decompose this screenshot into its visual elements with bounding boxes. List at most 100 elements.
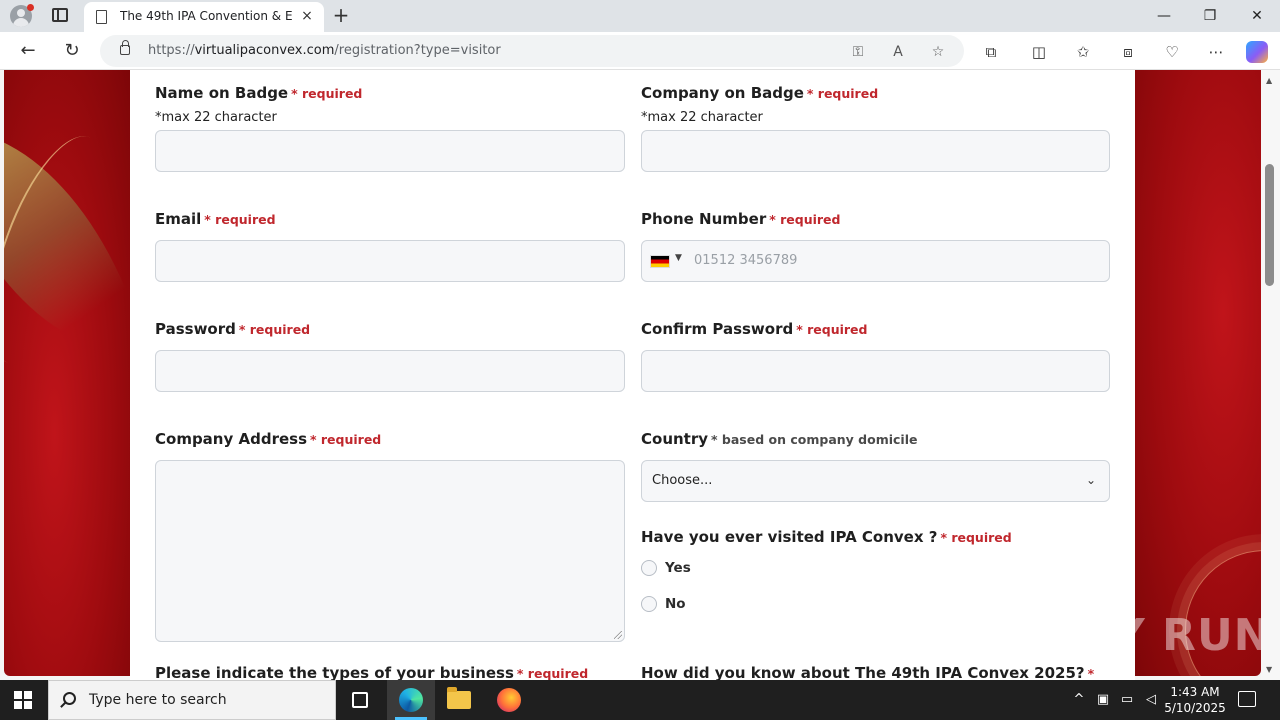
device-icon[interactable]: ▣ [1094, 691, 1112, 709]
volume-icon[interactable]: ◁ [1142, 691, 1160, 709]
tab-close-icon[interactable]: × [298, 7, 316, 25]
country-note: * based on company domicile [711, 432, 918, 447]
taskbar-search-placeholder: Type here to search [89, 692, 227, 708]
scrollbar-thumb[interactable] [1265, 164, 1274, 286]
more-menu-icon[interactable]: ⋯ [1205, 41, 1227, 63]
how-know-label: How did you know about The 49th IPA Conv… [641, 664, 1094, 680]
company-on-badge-input[interactable] [641, 130, 1110, 172]
password-input[interactable] [155, 350, 625, 392]
url-host: virtualipaconvex.com [194, 43, 335, 58]
required-marker: * required [940, 530, 1012, 545]
favorite-star-icon[interactable]: ☆ [928, 42, 948, 62]
windows-start-icon[interactable] [14, 691, 32, 709]
windows-taskbar: Type here to search ^ ▣ ▭ ◁ 1:43 AM 5/10… [0, 680, 1280, 720]
search-icon [63, 692, 76, 705]
country-selected-value: Choose... [652, 473, 713, 488]
required-marker: * required [769, 212, 841, 227]
country-code-caret-icon[interactable]: ▼ [675, 253, 682, 263]
favorites-icon[interactable]: ✩ [1072, 41, 1094, 63]
name-on-badge-input[interactable] [155, 130, 625, 172]
visited-label: Have you ever visited IPA Convex ? * requ… [641, 528, 1012, 546]
address-bar[interactable]: https://virtualipaconvex.com/registratio… [100, 35, 964, 67]
confirm-password-label: Confirm Password * required [641, 320, 868, 338]
decorative-background-right [1135, 70, 1261, 676]
chevron-up-icon[interactable]: ^ [1070, 691, 1088, 709]
email-label: Email * required [155, 210, 276, 228]
label-text: Country [641, 430, 709, 448]
page-scrollbar[interactable]: ▲ ▼ [1261, 70, 1280, 680]
clock-date: 5/10/2025 [1164, 701, 1226, 715]
required-marker: * required [238, 322, 311, 337]
back-button[interactable]: ← [14, 38, 42, 64]
company-address-textarea[interactable] [155, 460, 625, 642]
split-screen-icon[interactable]: ◫ [1028, 41, 1050, 63]
tab-title: The 49th IPA Convention & Exhib [120, 9, 292, 23]
germany-flag-icon[interactable] [650, 255, 670, 268]
required-marker: * required [310, 432, 382, 447]
close-window-button[interactable]: ✕ [1234, 0, 1280, 32]
profile-notification-dot [27, 4, 34, 11]
resize-grip-icon[interactable] [614, 631, 622, 639]
tab-registration[interactable]: The 49th IPA Convention & Exhib × [84, 2, 324, 32]
phone-input[interactable]: ▼ 01512 3456789 [641, 240, 1110, 282]
lock-icon[interactable] [120, 40, 130, 55]
edge-browser-icon [399, 688, 423, 712]
country-label: Country * based on company domicile [641, 430, 917, 448]
phone-placeholder: 01512 3456789 [694, 253, 798, 268]
password-label: Password * required [155, 320, 310, 338]
label-text: Have you ever visited IPA Convex ? [641, 528, 938, 546]
collections-icon[interactable]: ⧈ [1117, 41, 1139, 63]
taskbar-firefox-button[interactable] [485, 680, 533, 720]
visited-no-radio[interactable] [641, 596, 657, 612]
company-on-badge-hint: *max 22 character [641, 110, 763, 125]
copilot-icon[interactable] [1246, 41, 1268, 63]
visited-yes-label[interactable]: Yes [665, 560, 691, 576]
new-tab-button[interactable]: + [330, 4, 352, 26]
task-view-button[interactable] [336, 680, 384, 720]
country-select[interactable]: Choose... ⌄ [641, 460, 1110, 502]
visited-no-label[interactable]: No [665, 596, 686, 612]
label-text: Please indicate the types of your busine… [155, 664, 514, 680]
notification-icon[interactable] [1238, 691, 1256, 707]
taskbar-search-box[interactable]: Type here to search [48, 680, 336, 720]
url-path: /registration?type=visitor [334, 43, 501, 58]
extensions-icon[interactable]: ⧉ [980, 41, 1002, 63]
label-text: Confirm Password [641, 320, 794, 338]
key-icon[interactable]: ⚿ [848, 42, 868, 62]
refresh-button[interactable]: ↻ [58, 38, 86, 64]
taskbar-clock[interactable]: 1:43 AM 5/10/2025 [1160, 684, 1230, 716]
clock-time: 1:43 AM [1170, 685, 1220, 699]
page-viewport: Name on Badge * required *max 22 characte… [0, 70, 1280, 680]
restore-button[interactable]: ❐ [1187, 0, 1233, 32]
minimize-button[interactable]: — [1141, 0, 1187, 32]
registration-form: Name on Badge * required *max 22 characte… [130, 70, 1135, 680]
anyrun-watermark: ANY RUN [1040, 610, 1272, 661]
email-input[interactable] [155, 240, 625, 282]
file-explorer-icon [447, 687, 471, 709]
label-text: Company on Badge [641, 84, 804, 102]
page-icon [96, 10, 107, 24]
scroll-down-icon[interactable]: ▼ [1266, 665, 1272, 674]
chevron-down-icon: ⌄ [1085, 473, 1097, 487]
visited-yes-radio[interactable] [641, 560, 657, 576]
taskbar-edge-button[interactable] [387, 680, 435, 720]
performance-icon[interactable]: ♡ [1161, 41, 1183, 63]
taskbar-file-explorer-button[interactable] [435, 680, 483, 720]
url-text: https://virtualipaconvex.com/registratio… [148, 43, 501, 58]
browser-toolbar: ← ↻ https://virtualipaconvex.com/registr… [0, 32, 1280, 70]
required-marker: * required [516, 666, 589, 680]
confirm-password-input[interactable] [641, 350, 1110, 392]
read-aloud-icon[interactable]: A [888, 42, 908, 62]
firefox-icon [497, 688, 521, 712]
task-view-icon [352, 692, 368, 708]
label-text: Email [155, 210, 202, 228]
scroll-up-icon[interactable]: ▲ [1266, 76, 1272, 85]
tab-actions-icon[interactable] [52, 8, 68, 22]
name-on-badge-hint: *max 22 character [155, 110, 277, 125]
browser-tab-bar: The 49th IPA Convention & Exhib × + — ❐ … [0, 0, 1280, 32]
phone-label: Phone Number * required [641, 210, 841, 228]
required-marker: * required [806, 86, 879, 101]
network-icon[interactable]: ▭ [1118, 691, 1136, 709]
label-text: Name on Badge [155, 84, 289, 102]
label-text: Company Address [155, 430, 307, 448]
